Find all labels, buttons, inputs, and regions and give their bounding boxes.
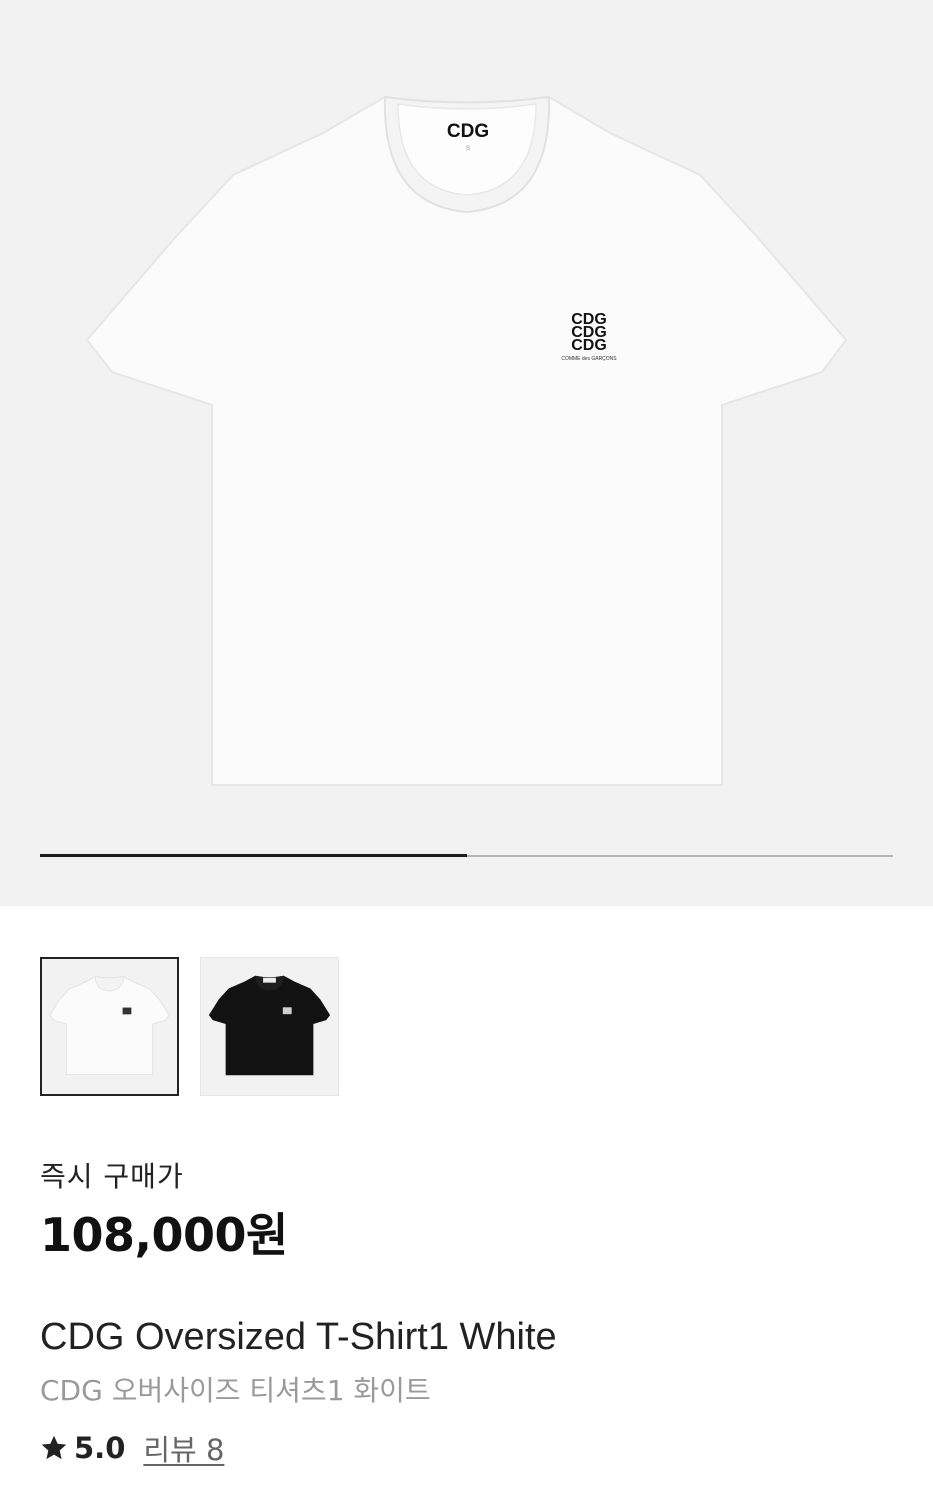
product-title-ko: CDG 오버사이즈 티셔츠1 화이트 xyxy=(40,1374,431,1407)
product-main-image: CDG S CDG CDG CDG COMME des GARÇONS xyxy=(85,95,848,786)
thumbnail-black-image xyxy=(208,975,331,1076)
review-count-link[interactable]: 리뷰 8 xyxy=(143,1427,224,1469)
price-value: 108,000원 xyxy=(40,1208,288,1262)
gallery-progress-fill xyxy=(40,854,467,857)
gallery-progress-bar xyxy=(40,854,893,857)
svg-text:COMME des GARÇONS: COMME des GARÇONS xyxy=(561,356,617,362)
thumbnail-black[interactable] xyxy=(200,957,339,1096)
product-title-en: CDG Oversized T-Shirt1 White xyxy=(40,1316,557,1358)
thumbnail-white[interactable] xyxy=(40,957,179,1096)
neck-label-logo: CDG xyxy=(447,121,489,142)
rating-score: 5.0 xyxy=(74,1431,126,1465)
star-icon xyxy=(41,1435,67,1460)
svg-text:S: S xyxy=(466,146,470,152)
rating-row: 5.0 리뷰 8 xyxy=(40,1428,224,1468)
product-image-gallery[interactable]: CDG S CDG CDG CDG COMME des GARÇONS xyxy=(0,0,933,906)
price-label: 즉시 구매가 xyxy=(40,1160,184,1193)
thumbnail-white-image xyxy=(49,975,170,1076)
svg-text:CDG: CDG xyxy=(571,337,607,354)
